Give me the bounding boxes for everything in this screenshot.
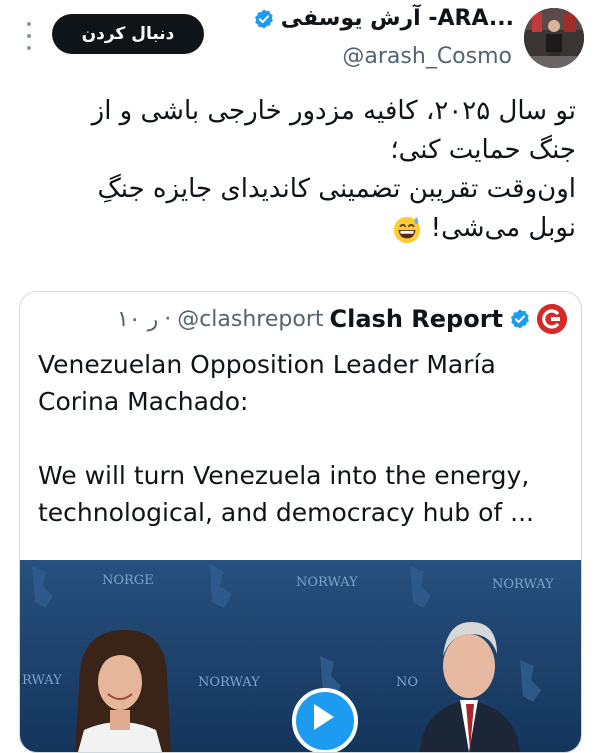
author-handle[interactable]: @arash_Cosmo bbox=[342, 44, 512, 69]
quote-name: Clash Report bbox=[329, 305, 504, 333]
verified-badge-icon bbox=[254, 8, 273, 29]
play-icon bbox=[314, 704, 334, 730]
backdrop-label: RWAY bbox=[22, 673, 62, 688]
backdrop-label: NO bbox=[396, 675, 418, 690]
author-avatar[interactable] bbox=[524, 8, 584, 68]
quote-line: technological, and democracy hub of ... bbox=[38, 498, 534, 527]
tweet: دنبال کردن آرش یوسفی -ARA... @arash_Cosm… bbox=[0, 0, 600, 753]
tweet-text: تو سال ۲۰۲۵، کافیه مزدور خارجی باشی و از… bbox=[16, 92, 576, 248]
author-name-row[interactable]: آرش یوسفی -ARA... bbox=[253, 6, 514, 31]
speaker-left bbox=[75, 630, 171, 752]
backdrop-label: NORWAY bbox=[198, 675, 260, 690]
tweet-line: جنگ حمایت کنی؛ bbox=[390, 135, 576, 165]
video-thumbnail[interactable]: NORGE NORWAY NORWAY RWAY NORWAY NO bbox=[20, 560, 581, 752]
quote-time: ۱۰ ر bbox=[116, 306, 159, 332]
quote-avatar bbox=[537, 304, 567, 334]
tweet-line: تو سال ۲۰۲۵، کافیه مزدور خارجی باشی و از bbox=[91, 96, 576, 126]
grinning-sweat-emoji-icon bbox=[394, 216, 421, 243]
quoted-tweet-card[interactable]: ۱۰ ر · @clashreport Clash Report Venezue… bbox=[19, 291, 582, 753]
backdrop-label: NORWAY bbox=[296, 575, 358, 590]
tweet-line: نوبل می‌شی! bbox=[430, 213, 576, 243]
quote-header: ۱۰ ر · @clashreport Clash Report bbox=[117, 304, 567, 334]
tweet-line: اون‌وقت تقریبن تضمینی کاندیدای جایزه جنگ… bbox=[97, 174, 576, 204]
tweet-line-last: نوبل می‌شی! bbox=[16, 209, 576, 248]
quote-dot: · bbox=[164, 306, 172, 332]
play-button[interactable] bbox=[292, 688, 358, 752]
quote-line: Venezuelan Opposition Leader María bbox=[38, 350, 496, 379]
more-options-icon[interactable] bbox=[22, 22, 36, 50]
quote-line-blank bbox=[38, 420, 568, 457]
author-display-name: آرش یوسفی -ARA... bbox=[280, 6, 514, 31]
quote-line: We will turn Venezuela into the energy, bbox=[38, 461, 530, 490]
quote-text: Venezuelan Opposition Leader María Corin… bbox=[38, 346, 568, 531]
follow-button[interactable]: دنبال کردن bbox=[52, 14, 204, 54]
verified-badge-icon bbox=[511, 309, 529, 329]
backdrop-label: NORGE bbox=[102, 573, 154, 588]
backdrop-label: NORWAY bbox=[492, 577, 554, 592]
quote-handle: @clashreport bbox=[177, 306, 324, 332]
quote-line: Corina Machado: bbox=[38, 387, 249, 416]
